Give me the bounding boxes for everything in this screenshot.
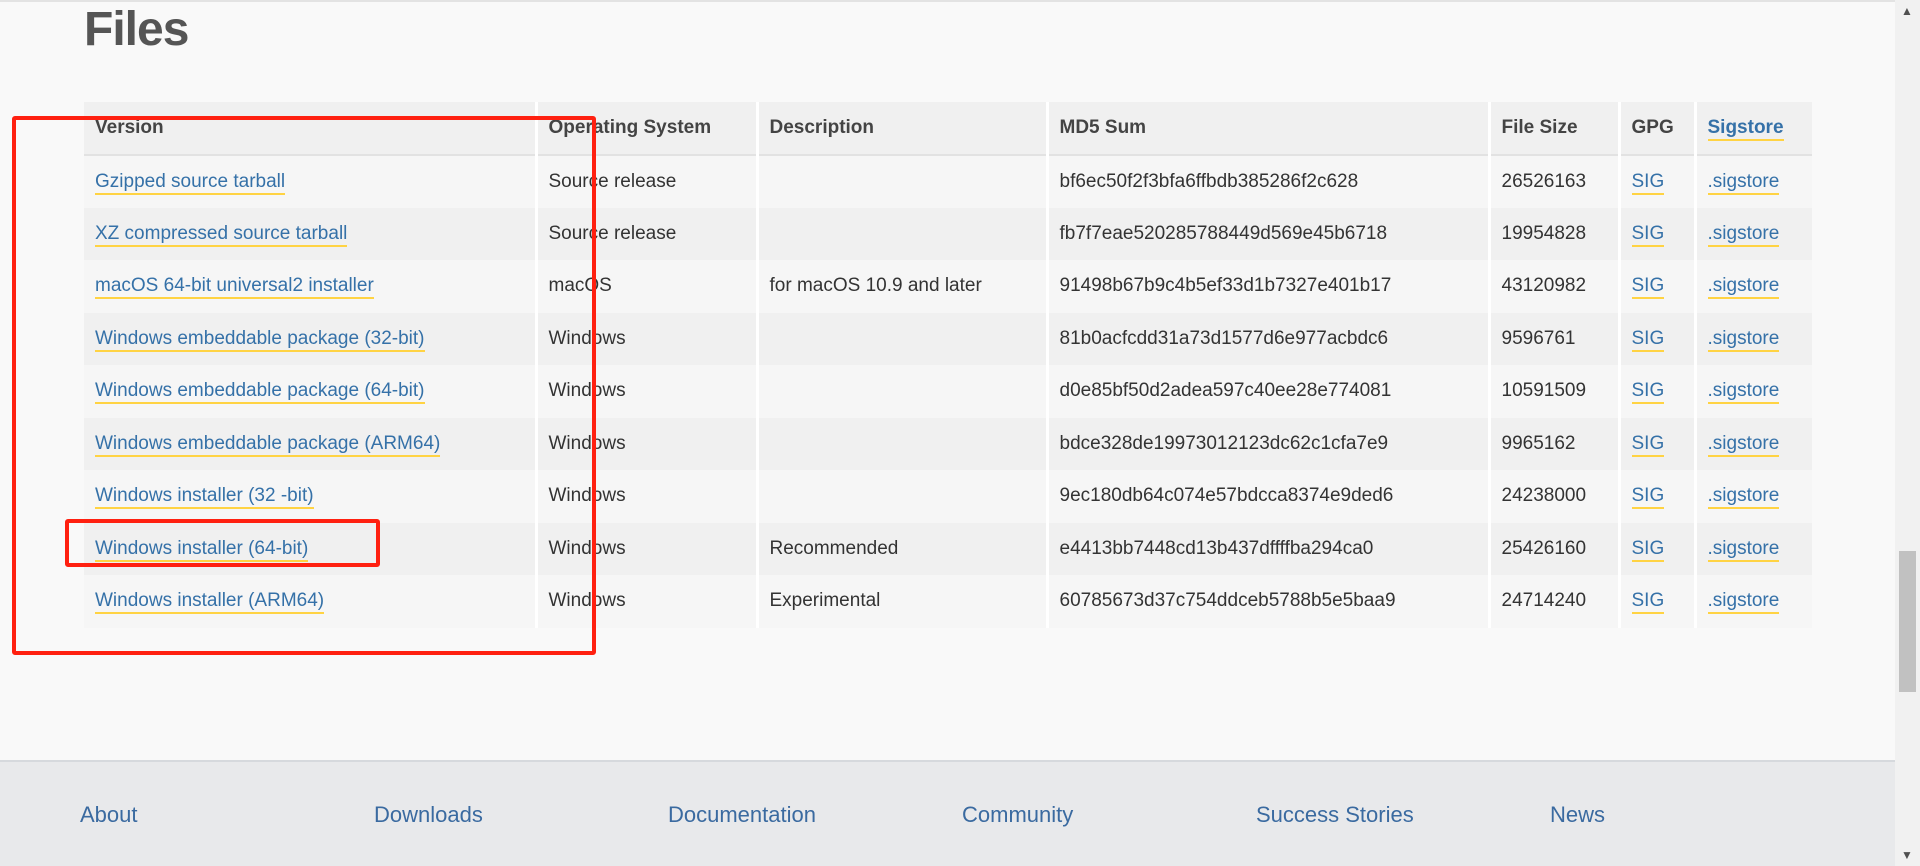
cell-sigstore: .sigstore <box>1693 312 1812 365</box>
cell-sigstore: .sigstore <box>1693 522 1812 575</box>
cell-sigstore: .sigstore <box>1693 365 1812 418</box>
footer-link-community[interactable]: Community <box>962 802 1073 829</box>
cell-description <box>755 417 1047 470</box>
cell-gpg: SIG <box>1617 470 1695 523</box>
gpg-link[interactable]: SIG <box>1631 432 1665 457</box>
sigstore-link[interactable]: .sigstore <box>1707 432 1780 457</box>
cell-size: 43120982 <box>1487 260 1619 313</box>
scroll-up-icon[interactable]: ▲ <box>1901 4 1913 18</box>
cell-description <box>755 312 1047 365</box>
gpg-link[interactable]: SIG <box>1631 485 1665 510</box>
cell-md5: bf6ec50f2f3bfa6ffbdb385286f2c628 <box>1045 155 1489 208</box>
cell-description: for macOS 10.9 and later <box>755 260 1047 313</box>
column-header-gpg: GPG <box>1617 102 1695 156</box>
cell-size: 10591509 <box>1487 365 1619 418</box>
sigstore-link[interactable]: .sigstore <box>1707 485 1780 510</box>
footer: About Downloads Documentation Community Succ… <box>0 760 1895 866</box>
cell-md5: 91498b67b9c4b5ef33d1b7327e401b17 <box>1045 260 1489 313</box>
gpg-link[interactable]: SIG <box>1631 327 1665 352</box>
top-border <box>0 0 1895 2</box>
cell-gpg: SIG <box>1617 522 1695 575</box>
cell-gpg: SIG <box>1617 155 1695 208</box>
cell-gpg: SIG <box>1617 417 1695 470</box>
scrollbar-thumb[interactable] <box>1899 551 1916 692</box>
cell-size: 19954828 <box>1487 207 1619 260</box>
cell-md5: 81b0acfcdd31a73d1577d6e977acbdc6 <box>1045 312 1489 365</box>
footer-link-about[interactable]: About <box>80 802 138 829</box>
cell-gpg: SIG <box>1617 312 1695 365</box>
sigstore-link[interactable]: .sigstore <box>1707 222 1780 247</box>
gpg-link[interactable]: SIG <box>1631 590 1665 615</box>
sigstore-link[interactable]: .sigstore <box>1707 380 1780 405</box>
annotation-box-version-column <box>12 116 596 655</box>
cell-gpg: SIG <box>1617 207 1695 260</box>
cell-md5: e4413bb7448cd13b437dffffba294ca0 <box>1045 522 1489 575</box>
sigstore-link[interactable]: .sigstore <box>1707 537 1780 562</box>
cell-sigstore: .sigstore <box>1693 470 1812 523</box>
cell-description <box>755 365 1047 418</box>
cell-sigstore: .sigstore <box>1693 155 1812 208</box>
annotation-box-windows-64bit <box>65 519 380 567</box>
cell-size: 9965162 <box>1487 417 1619 470</box>
gpg-link[interactable]: SIG <box>1631 170 1665 195</box>
cell-size: 24238000 <box>1487 470 1619 523</box>
cell-description: Experimental <box>755 575 1047 628</box>
page-title: Files <box>84 3 189 56</box>
column-header-file-size: File Size <box>1487 102 1619 156</box>
cell-gpg: SIG <box>1617 575 1695 628</box>
sigstore-link[interactable]: .sigstore <box>1707 170 1780 195</box>
cell-description <box>755 207 1047 260</box>
scrollbar[interactable]: ▲ ▼ <box>1895 0 1920 866</box>
column-header-description: Description <box>755 102 1047 156</box>
cell-description <box>755 155 1047 208</box>
cell-sigstore: .sigstore <box>1693 417 1812 470</box>
gpg-link[interactable]: SIG <box>1631 537 1665 562</box>
column-header-md5-sum: MD5 Sum <box>1045 102 1489 156</box>
column-header-sigstore[interactable]: Sigstore <box>1693 102 1812 156</box>
footer-link-documentation[interactable]: Documentation <box>668 802 816 829</box>
sigstore-header-link[interactable]: Sigstore <box>1707 117 1784 141</box>
cell-md5: d0e85bf50d2adea597c40ee28e774081 <box>1045 365 1489 418</box>
scroll-down-icon[interactable]: ▼ <box>1901 848 1913 862</box>
cell-gpg: SIG <box>1617 260 1695 313</box>
cell-size: 26526163 <box>1487 155 1619 208</box>
cell-size: 25426160 <box>1487 522 1619 575</box>
cell-gpg: SIG <box>1617 365 1695 418</box>
cell-description: Recommended <box>755 522 1047 575</box>
cell-md5: 9ec180db64c074e57bdcca8374e9ded6 <box>1045 470 1489 523</box>
footer-link-downloads[interactable]: Downloads <box>374 802 483 829</box>
gpg-link[interactable]: SIG <box>1631 275 1665 300</box>
cell-size: 24714240 <box>1487 575 1619 628</box>
sigstore-link[interactable]: .sigstore <box>1707 590 1780 615</box>
cell-md5: 60785673d37c754ddceb5788b5e5baa9 <box>1045 575 1489 628</box>
cell-md5: fb7f7eae520285788449d569e45b6718 <box>1045 207 1489 260</box>
sigstore-link[interactable]: .sigstore <box>1707 327 1780 352</box>
cell-description <box>755 470 1047 523</box>
cell-size: 9596761 <box>1487 312 1619 365</box>
sigstore-link[interactable]: .sigstore <box>1707 275 1780 300</box>
gpg-link[interactable]: SIG <box>1631 222 1665 247</box>
footer-link-success-stories[interactable]: Success Stories <box>1256 802 1414 829</box>
cell-md5: bdce328de19973012123dc62c1cfa7e9 <box>1045 417 1489 470</box>
cell-sigstore: .sigstore <box>1693 207 1812 260</box>
gpg-link[interactable]: SIG <box>1631 380 1665 405</box>
cell-sigstore: .sigstore <box>1693 575 1812 628</box>
cell-sigstore: .sigstore <box>1693 260 1812 313</box>
footer-link-news[interactable]: News <box>1550 802 1605 829</box>
